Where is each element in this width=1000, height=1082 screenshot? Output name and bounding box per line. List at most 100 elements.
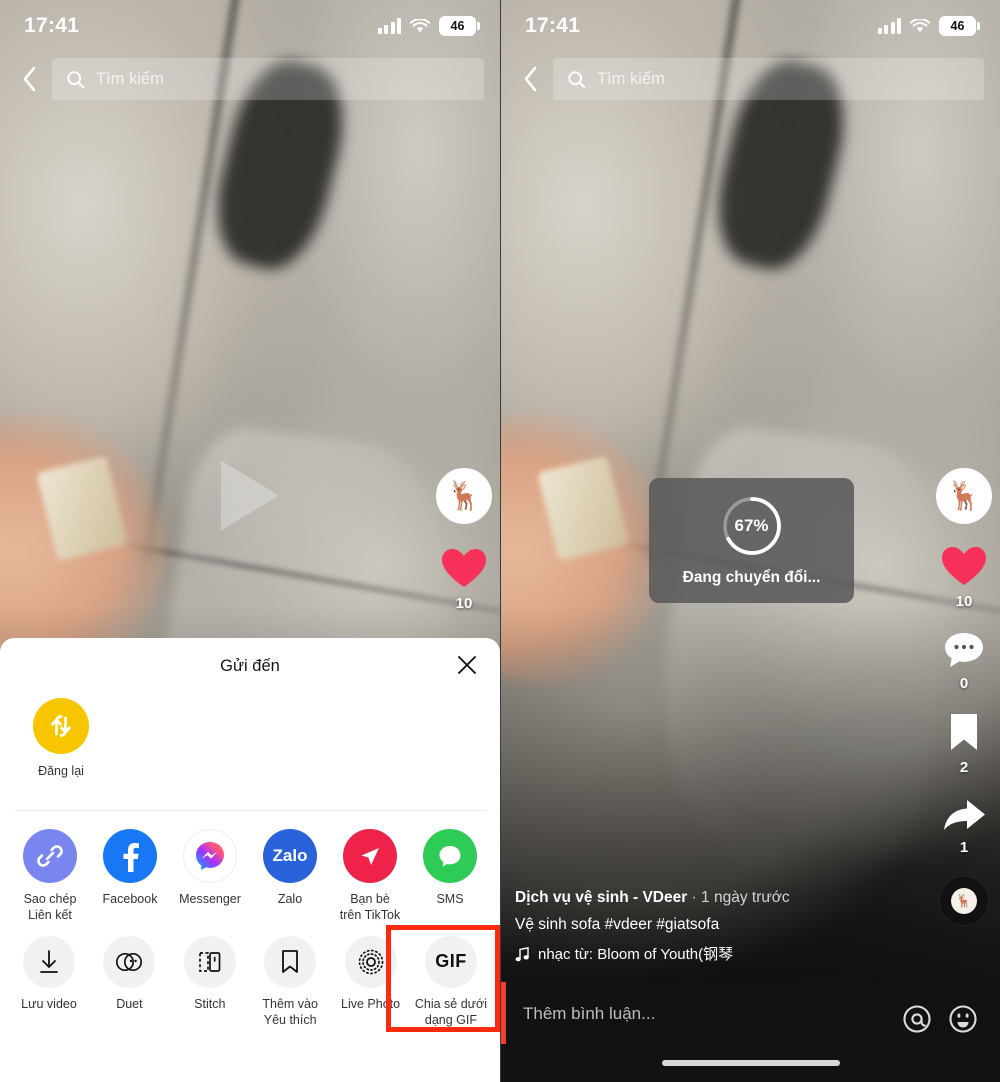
avatar[interactable]: 🦌 [436,468,492,524]
bookmark-button[interactable]: 2 [947,712,981,776]
share-target-label: SMS [436,892,464,906]
close-x-icon [458,656,476,674]
wifi-icon [910,18,930,32]
close-button[interactable] [456,654,478,681]
music-note-icon [515,946,529,961]
caption-author-line: Dịch vụ vệ sinh - VDeer · 1 ngày trước [515,889,908,907]
bookmark-count: 2 [959,759,969,776]
like-button[interactable]: 10 [440,546,488,612]
back-button[interactable] [16,58,42,100]
action-rail-right: 🦌 10 0 2 1 🦌 [936,468,992,926]
action-label: Live Photo [341,996,401,1011]
emoji-smiley-icon[interactable] [948,1004,978,1034]
music-album-art-icon: 🦌 [951,888,977,914]
share-target-facebook[interactable]: Facebook [92,829,168,924]
search-row: Tìm kiếm [501,56,1000,102]
progress-percent: 67% [734,515,769,535]
link-chain-icon [37,845,63,867]
comment-input[interactable]: Thêm bình luận... [523,1004,888,1024]
converting-toast: 67% Đang chuyển đổi... [649,478,854,603]
search-input[interactable]: Tìm kiếm [553,58,984,100]
battery-level: 46 [950,19,965,33]
messenger-icon [196,842,224,870]
action-label: Duet [116,996,143,1011]
heart-icon [442,549,486,587]
search-placeholder: Tìm kiếm [597,69,665,88]
action-label: Stitch [194,996,226,1011]
progress-ring: 67% [721,495,783,557]
comment-bubble-icon [945,633,983,667]
chevron-left-icon [524,66,536,92]
like-count: 10 [455,595,473,612]
share-target-tiktok-friends[interactable]: Bạn bè trên TikTok [332,829,408,924]
repost-button[interactable]: Đăng lại [22,698,100,779]
play-triangle-icon [221,460,279,531]
music-disc-button[interactable]: 🦌 [939,876,989,926]
action-live-photo[interactable]: Live Photo [332,935,410,1029]
share-actions-row: Lưu video Duet Stitch Thêm vào Yêu thích… [0,924,500,1029]
share-target-label: Messenger [179,892,241,906]
share-arrow-icon [944,800,985,830]
search-placeholder: Tìm kiếm [96,69,164,88]
repost-arrows-icon [51,715,71,737]
wifi-icon [410,18,430,32]
music-label: nhạc từ: Bloom of Youth(钢琴 [538,946,734,963]
play-button-overlay[interactable] [215,456,285,539]
battery-icon: 46 [439,16,480,36]
action-label: Lưu video [21,996,77,1011]
bookmark-icon [282,949,299,973]
share-target-messenger[interactable]: Messenger [172,829,248,924]
action-label: Thêm vào Yêu thích [262,996,318,1027]
live-photo-icon [358,949,383,974]
share-button[interactable]: 1 [941,796,987,856]
avatar[interactable]: 🦌 [936,468,992,524]
converting-label: Đang chuyển đổi... [682,568,821,586]
action-stitch[interactable]: Stitch [171,935,249,1029]
share-sheet-title: Gửi đến [220,656,280,675]
chevron-left-icon [23,66,35,92]
share-count: 1 [959,839,969,856]
caption-music[interactable]: nhạc từ: Bloom of Youth(钢琴 [515,943,908,964]
battery-icon: 46 [939,16,980,36]
share-sheet-header: Gửi đến [0,638,500,694]
like-count: 10 [955,593,973,610]
back-button[interactable] [517,58,543,100]
share-target-label: Bạn bè trên TikTok [339,892,401,923]
action-add-to-favorites[interactable]: Thêm vào Yêu thích [251,935,329,1029]
action-save-video[interactable]: Lưu video [10,935,88,1029]
caption-description[interactable]: Vệ sinh sofa #vdeer #giatsofa [515,916,908,934]
status-time: 17:41 [525,14,581,37]
sms-bubble-icon [439,846,461,867]
right-phone-screen: 17:41 46 Tìm kiếm 67% Đang chuyển đổi...… [500,0,1000,1082]
comment-count: 0 [959,675,969,692]
tiktok-friends-send-icon [361,848,379,865]
bookmark-icon [951,714,977,750]
share-target-sms[interactable]: SMS [412,829,488,924]
video-caption: Dịch vụ vệ sinh - VDeer · 1 ngày trước V… [515,889,908,964]
zalo-icon: Zalo [272,846,308,865]
share-sheet: Gửi đến Đăng lại Sao chép Liên kết Faceb… [0,638,500,1082]
stitch-icon [198,951,221,972]
action-duet[interactable]: Duet [90,935,168,1029]
share-target-zalo[interactable]: Zalo Zalo [252,829,328,924]
action-rail-left: 🦌 10 [436,468,492,612]
share-target-copy-link[interactable]: Sao chép Liên kết [12,829,88,924]
search-input[interactable]: Tìm kiếm [52,58,484,100]
gif-text-icon: GIF [435,951,467,971]
status-bar: 17:41 46 [0,0,500,52]
download-icon [40,949,58,973]
facebook-icon [123,843,139,872]
share-targets-row: Sao chép Liên kết Facebook Messenger Zal… [0,811,500,924]
dual-screenshot-container: 17:41 46 Tìm kiếm 🦌 10 Gửi đến Đăng lại … [0,0,1000,1082]
share-target-label: Sao chép Liên kết [23,892,77,923]
search-row: Tìm kiếm [0,56,500,102]
at-mention-icon[interactable] [902,1004,932,1034]
caption-author[interactable]: Dịch vụ vệ sinh - VDeer [515,889,687,906]
heart-icon [942,547,986,585]
comment-button[interactable]: 0 [942,630,986,692]
duet-circles-icon [116,952,143,971]
red-edge-marker [501,982,506,1044]
like-button[interactable]: 10 [940,544,988,610]
left-phone-screen: 17:41 46 Tìm kiếm 🦌 10 Gửi đến Đăng lại … [0,0,500,1082]
action-share-as-gif[interactable]: GIF Chia sẻ dưới dạng GIF [412,935,490,1029]
